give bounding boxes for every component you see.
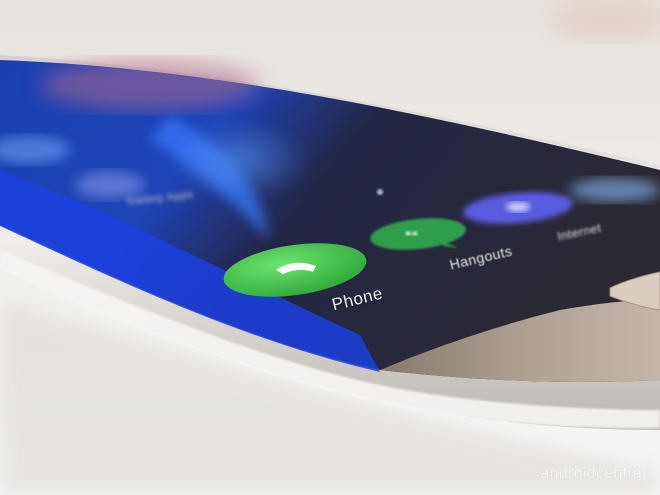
watermark: androidcentral (540, 465, 646, 482)
wallpaper-glow (170, 120, 310, 200)
photo-scene: ❝❝ Galaxy Apps Phone Hangouts Internet a… (0, 0, 660, 495)
page-indicator (377, 189, 383, 195)
quote-glyph: ❝❝ (405, 229, 418, 243)
screen-reflection (40, 60, 260, 110)
blurred-icon-right (570, 178, 660, 202)
phone-photo: ❝❝ (0, 0, 660, 495)
globe-glyph (506, 202, 530, 212)
